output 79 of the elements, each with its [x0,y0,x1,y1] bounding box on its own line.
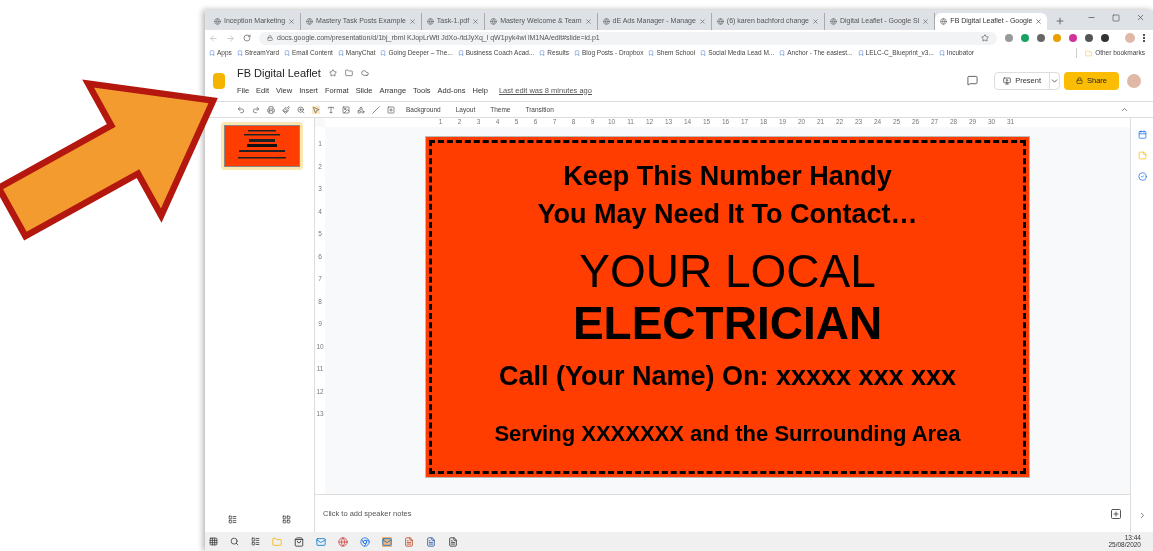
reload-icon[interactable] [243,34,251,42]
slide-text: Serving XXXXXXX and the Surrounding Area [494,420,961,448]
slide-text: Keep This Number Handy [563,160,892,193]
folder-icon [1085,49,1093,57]
tab-favicon-icon [490,18,498,25]
globe-icon[interactable] [338,536,348,547]
comment-icon[interactable] [967,75,979,86]
star-icon[interactable] [981,34,989,42]
mail-icon[interactable] [316,536,326,547]
tab-favicon-icon [214,18,221,25]
collapse-icon[interactable] [1120,105,1129,114]
avatar[interactable] [1127,73,1141,88]
close-icon[interactable] [584,18,592,25]
close-icon[interactable] [288,18,296,25]
shape-icon[interactable] [357,105,365,114]
close-icon[interactable] [1035,18,1043,25]
slide-text: ELECTRICIAN [572,297,883,349]
lock-icon [267,35,273,41]
close-icon[interactable] [922,18,930,25]
grid-view-icon[interactable] [282,515,292,524]
maximize-icon[interactable] [1112,14,1120,22]
tab-favicon-icon [940,18,948,25]
redo-icon[interactable] [252,105,260,114]
tab-favicon-icon [602,18,610,25]
bookmark-icon [284,50,291,56]
bookmark-icon [648,50,655,56]
bookmark-icon [337,50,344,56]
start-icon[interactable] [209,537,218,546]
bookmark-icon [779,50,786,56]
line-icon[interactable] [372,105,380,114]
close-icon[interactable] [408,18,416,25]
avatar[interactable] [1125,33,1135,43]
print-icon[interactable] [267,105,275,114]
calendar-icon[interactable] [1137,130,1147,139]
search-icon[interactable] [230,537,239,546]
bookmark-icon [457,50,464,56]
forward-icon[interactable] [226,33,235,43]
slides-logo-icon[interactable] [213,72,225,89]
text-box-icon[interactable] [327,105,335,114]
zoom-icon[interactable] [297,105,305,114]
cloud-icon[interactable] [360,69,369,78]
bookmark-icon [539,50,546,56]
lock-icon [1076,77,1083,84]
close-icon[interactable] [698,18,706,25]
tasks-icon[interactable] [1137,172,1147,181]
document-title[interactable]: FB Digital Leaflet [237,65,321,82]
tab-favicon-icon [306,18,314,25]
filmstrip-view-icon[interactable] [227,515,237,524]
close-icon[interactable] [472,18,480,25]
folder-icon[interactable] [344,69,353,78]
tab-favicon-icon [426,18,434,25]
slide-text: You May Need It To Contact… [537,198,918,231]
back-icon[interactable] [209,33,218,43]
paint-format-icon[interactable] [282,105,290,114]
select-icon[interactable] [312,105,320,114]
bookmark-icon [236,50,243,56]
tab-favicon-icon [829,18,837,25]
undo-icon[interactable] [237,105,245,114]
close-icon[interactable] [1136,13,1145,22]
bookmark-icon [857,50,864,56]
bookmark-icon [574,50,581,56]
slide-text: Call (Your Name) On: xxxxx xxx xxx [498,360,957,393]
tab-favicon-icon [716,18,724,25]
slide-text: YOUR LOCAL [579,245,876,297]
slide[interactable]: Keep This Number Handy You May Need It To Contact… YOUR LOCAL ELECTRICIAN Call (Your Name) On: xxxxx xxx xxx Serving XXXXXXX and the Surrounding Area [426,137,1029,477]
bookmark-icon [938,50,945,56]
bookmark-icon [209,50,215,56]
new-tab-icon[interactable] [1055,16,1066,26]
task-view-icon[interactable] [251,537,260,546]
bookmark-icon [380,50,387,56]
app-icon[interactable] [448,536,458,547]
caret-icon[interactable] [1049,72,1059,89]
star-icon[interactable] [328,69,337,78]
present-icon [1003,76,1012,85]
close-icon[interactable] [811,18,819,25]
image-icon[interactable] [342,105,350,114]
comment-add-icon[interactable] [387,105,395,114]
store-icon[interactable] [294,536,304,547]
bookmark-icon [700,50,707,56]
